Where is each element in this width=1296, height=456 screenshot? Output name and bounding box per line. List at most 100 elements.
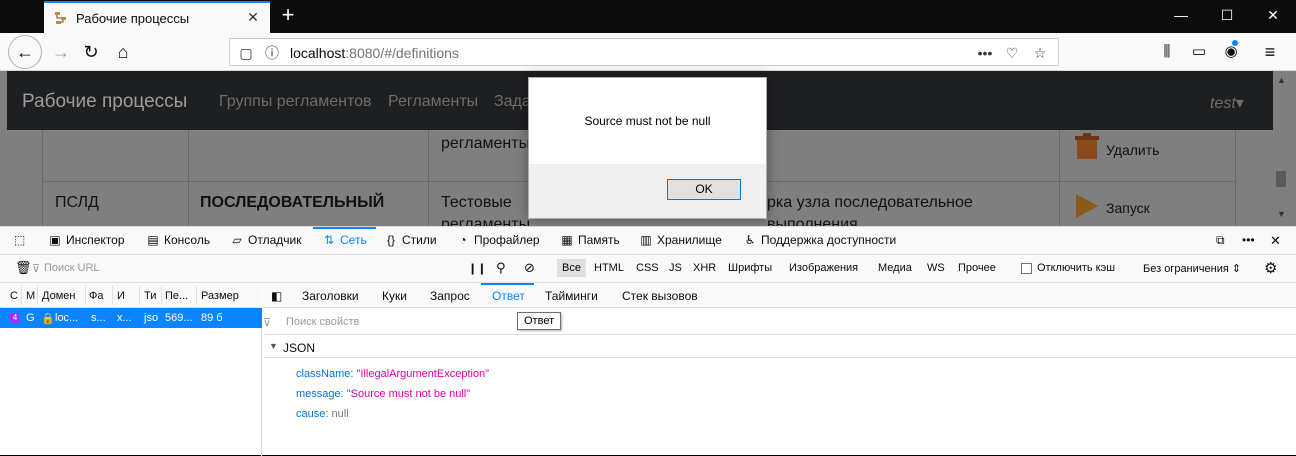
ok-button[interactable]: OK: [667, 179, 741, 200]
page-icon[interactable]: ▢: [236, 43, 256, 63]
dock-options-icon[interactable]: ⧉: [1216, 233, 1225, 248]
col-method[interactable]: М: [26, 290, 35, 302]
filter-js[interactable]: JS: [669, 262, 682, 274]
column-separator: [85, 286, 86, 305]
property-search-input[interactable]: Поиск свойств: [286, 316, 359, 328]
dtab-headers[interactable]: Заголовки: [302, 289, 359, 303]
close-window-icon[interactable]: ✕: [1250, 0, 1296, 30]
request-domain: loc...: [55, 312, 79, 324]
filter-other[interactable]: Прочее: [958, 262, 996, 274]
col-domain[interactable]: Домен: [42, 290, 75, 302]
tab-storage[interactable]: ▥ Хранилище: [639, 233, 721, 247]
filter-xhr[interactable]: XHR: [693, 262, 716, 274]
filter-css[interactable]: CSS: [636, 262, 659, 274]
scroll-up-icon[interactable]: ▲: [1277, 75, 1286, 85]
scrollbar-thumb[interactable]: [1276, 171, 1286, 187]
dtab-cookies[interactable]: Куки: [382, 289, 407, 303]
url-bar[interactable]: ▢ ⓘ localhost:8080/#/definitions ••• ♡ ☆: [229, 38, 1059, 66]
tab-network[interactable]: ⇅ Сеть: [322, 233, 367, 247]
request-initiator: x...: [117, 312, 132, 324]
dtab-request[interactable]: Запрос: [430, 289, 470, 303]
filter-media[interactable]: Медиа: [878, 262, 912, 274]
tab-debugger[interactable]: ▱ Отладчик: [230, 233, 301, 247]
disable-cache-label[interactable]: Отключить кэш: [1037, 262, 1115, 274]
block-icon[interactable]: ⊘: [524, 260, 535, 276]
clear-trash-icon[interactable]: 🗑: [15, 260, 32, 276]
app-brand[interactable]: Рабочие процессы: [22, 91, 187, 113]
dtab-response[interactable]: Ответ: [492, 289, 525, 303]
hamburger-menu-icon[interactable]: ≡: [1255, 37, 1285, 67]
tab-debugger-label: Отладчик: [248, 233, 302, 247]
pause-icon[interactable]: ❙❙: [468, 262, 486, 275]
back-arrow-icon[interactable]: ←: [8, 35, 42, 69]
minimize-window-icon[interactable]: —: [1158, 0, 1204, 30]
devtools-panel: ⬚ ▣ Инспектор ▤ Консоль ▱ Отладчик ⇅ Сеть {}…: [0, 226, 1296, 456]
account-icon[interactable]: ◉: [1216, 37, 1246, 67]
filter-url-input[interactable]: Поиск URL: [44, 262, 100, 274]
tab-inspector[interactable]: ▣ Инспектор: [48, 233, 124, 247]
browser-tab[interactable]: Рабочие процессы ✕: [44, 1, 270, 33]
col-size[interactable]: Размер: [201, 290, 239, 302]
forward-arrow-icon[interactable]: →: [46, 37, 76, 67]
nav-link-groups[interactable]: Группы регламентов: [219, 93, 372, 111]
col-status[interactable]: С: [10, 290, 18, 302]
site-info-icon[interactable]: ⓘ: [262, 43, 282, 63]
collapse-triangle-icon[interactable]: ▼: [269, 341, 278, 351]
filter-all[interactable]: Все: [557, 259, 586, 277]
page-scrollbar[interactable]: ▲ ▼: [1273, 71, 1289, 226]
tab-title: Рабочие процессы: [76, 11, 190, 26]
col-file[interactable]: Фа: [89, 290, 103, 302]
new-tab-plus-icon[interactable]: +: [277, 4, 299, 26]
tab-accessibility[interactable]: ♿ Поддержка доступности: [743, 233, 897, 247]
url-text[interactable]: localhost:8080/#/definitions: [290, 45, 459, 61]
col-initiator[interactable]: И: [117, 290, 125, 302]
reload-icon[interactable]: ↻: [76, 37, 106, 67]
scroll-down-icon[interactable]: ▼: [1277, 209, 1286, 219]
tab-memory[interactable]: ▦ Память: [560, 233, 619, 247]
filter-fonts[interactable]: Шрифты: [728, 262, 772, 274]
nav-link-tasks[interactable]: Зада: [494, 93, 531, 111]
settings-gear-icon[interactable]: ⚙: [1264, 259, 1277, 277]
home-icon[interactable]: ⌂: [108, 37, 138, 67]
request-size: 89 б: [201, 312, 223, 324]
network-toolbar: 🗑 ⊽ Поиск URL ❙❙ ⚲ ⊘ Все HTML CSS JS XHR…: [0, 255, 1296, 283]
col-type[interactable]: Ти: [144, 290, 156, 302]
search-icon[interactable]: ⚲: [496, 260, 506, 276]
maximize-window-icon[interactable]: ☐: [1204, 0, 1250, 30]
request-row[interactable]: 4 G 🔒 loc... s... x... jso 569... 89 б: [0, 308, 262, 328]
filter-images[interactable]: Изображения: [789, 262, 858, 274]
filter-icon: ⊽: [32, 263, 41, 275]
user-menu[interactable]: test▾: [1210, 93, 1244, 113]
tab-console[interactable]: ▤ Консоль: [146, 233, 210, 247]
more-options-icon[interactable]: •••: [1242, 233, 1255, 247]
row2-category-line2: регламенты: [441, 216, 531, 226]
inspector-icon: ▣: [49, 233, 61, 247]
dtab-stack-trace[interactable]: Стек вызовов: [622, 289, 698, 303]
sidebar-icon[interactable]: ▭: [1184, 37, 1214, 67]
toggle-sidebar-icon[interactable]: ◧: [271, 289, 282, 303]
filter-html[interactable]: HTML: [594, 262, 624, 274]
col-transferred[interactable]: Пе...: [165, 290, 188, 302]
library-icon[interactable]: ⫼: [1152, 37, 1182, 67]
bookmark-star-icon[interactable]: ☆: [1030, 43, 1050, 63]
filter-ws[interactable]: WS: [927, 262, 945, 274]
dtab-timings[interactable]: Тайминги: [545, 289, 598, 303]
active-tab-indicator: [313, 227, 376, 229]
disable-cache-checkbox[interactable]: [1021, 263, 1032, 274]
column-separator: [21, 286, 22, 305]
pocket-icon[interactable]: ♡: [1002, 43, 1022, 63]
tab-styles-label: Стили: [402, 233, 437, 247]
nav-link-regulations[interactable]: Регламенты: [388, 93, 478, 111]
json-section-header[interactable]: ▼ JSON: [263, 334, 1296, 358]
page-actions-icon[interactable]: •••: [975, 43, 995, 63]
close-devtools-icon[interactable]: ✕: [1270, 233, 1281, 249]
styles-icon: {}: [386, 233, 395, 247]
throttle-select[interactable]: Без ограничения ⇕: [1143, 262, 1241, 275]
table-border: [1059, 130, 1060, 226]
tab-accessibility-label: Поддержка доступности: [761, 233, 897, 247]
close-tab-icon[interactable]: ✕: [244, 8, 262, 26]
tab-styles[interactable]: {} Стили: [384, 233, 437, 247]
element-picker-icon[interactable]: ⬚: [14, 233, 25, 247]
tab-profiler[interactable]: ◔ Профайлер: [456, 233, 539, 247]
json-key: cause:: [296, 408, 329, 420]
